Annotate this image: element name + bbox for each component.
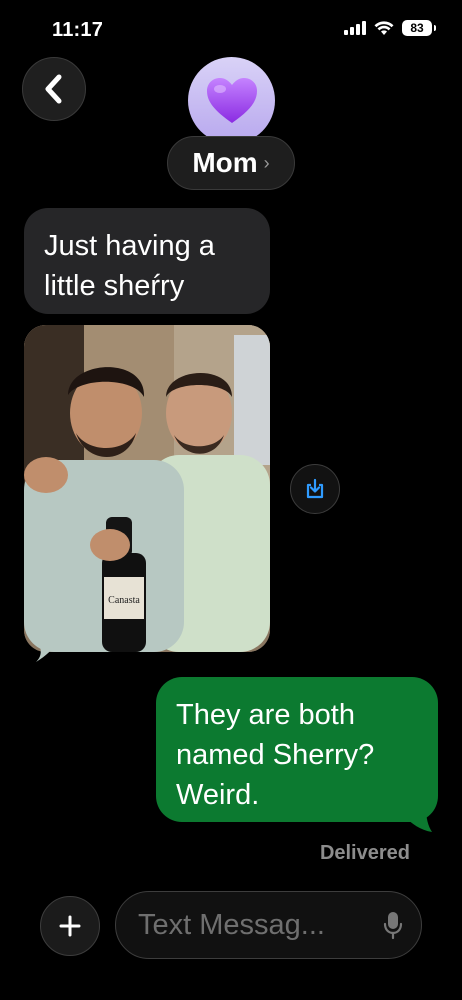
microphone-icon[interactable] [383,910,403,940]
status-time: 11:17 [52,19,104,41]
message-line: Just having a [44,230,215,262]
message-input[interactable]: Text Messag... [115,891,422,959]
photo-attachment[interactable]: Canasta [24,325,270,652]
chevron-left-icon [45,74,62,104]
contact-avatar[interactable] [188,57,275,144]
photo-image: Canasta [24,325,270,652]
save-download-icon [306,478,324,499]
back-button[interactable] [22,57,86,121]
message-line: Weird. [176,779,260,811]
battery-icon: 83 [402,20,436,36]
message-line: little sheŕry [44,270,185,302]
purple-heart-icon [206,77,257,123]
save-photo-button[interactable] [290,464,340,514]
signal-icon [344,21,366,35]
bubble-tail [36,642,58,662]
plus-icon [59,915,81,937]
contact-name: Mom [192,147,258,178]
status-indicators: 83 [344,20,436,36]
add-attachment-button[interactable] [40,896,100,956]
message-placeholder: Text Messag... [138,908,325,941]
bubble-tail [404,808,432,832]
message-line: named Sherry? [176,739,375,771]
contact-name-button[interactable]: Mom › [167,136,295,190]
incoming-message-bubble[interactable]: Just having a little sheŕry [24,208,270,314]
delivery-status: Delivered [319,842,410,864]
outgoing-message-bubble[interactable]: They are both named Sherry? Weird. [156,677,438,822]
message-line: They are both [176,699,355,731]
wifi-icon [374,20,394,35]
chevron-right-icon: › [263,152,270,173]
bottle-label: Canasta [108,595,140,606]
